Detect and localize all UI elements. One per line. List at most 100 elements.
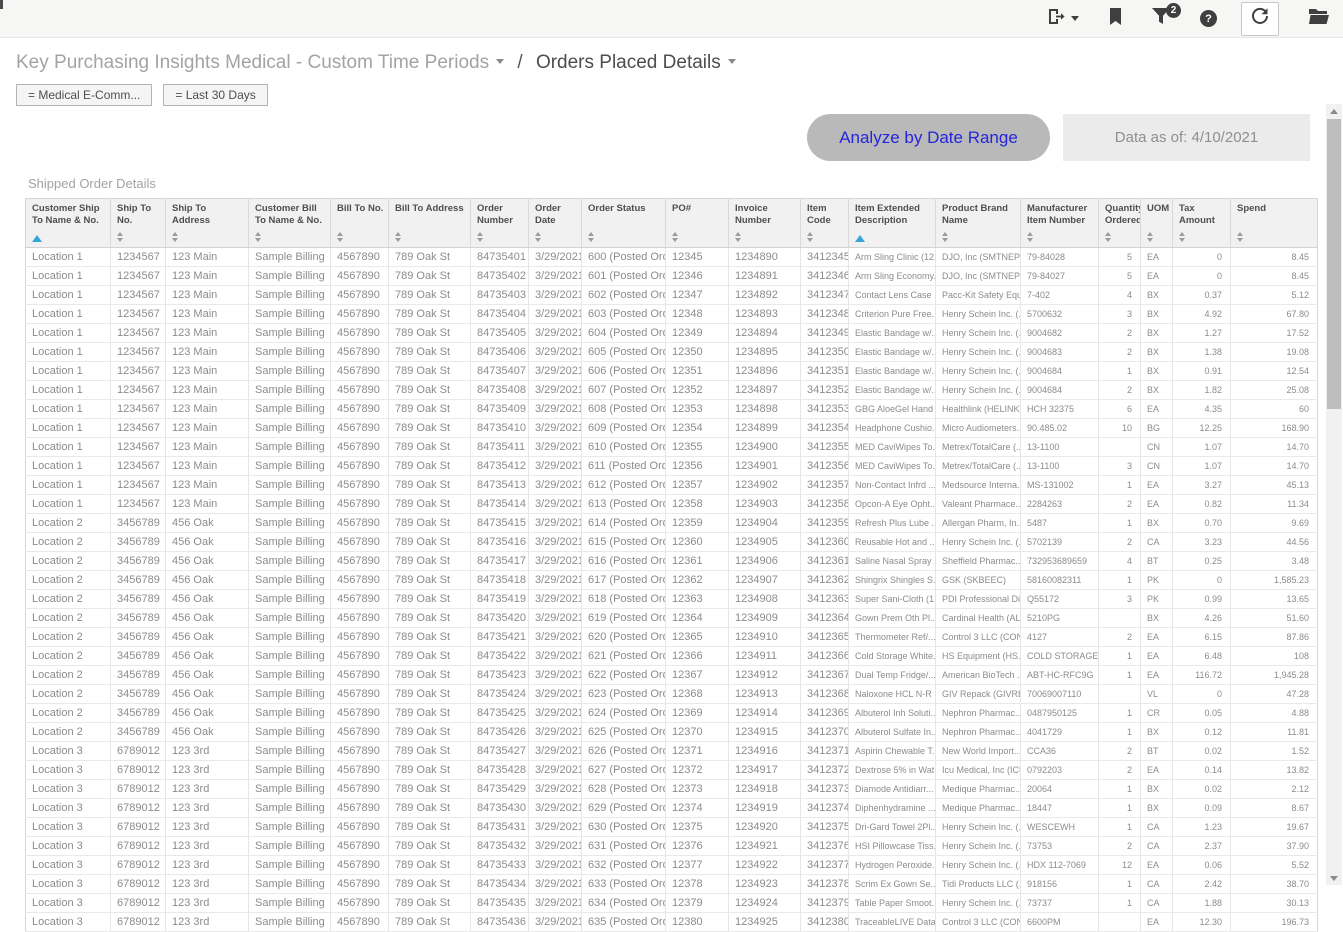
cell: CA [1141,894,1173,913]
breadcrumb-parent[interactable]: Key Purchasing Insights Medical - Custom… [16,52,489,73]
cell: 123 Main [166,286,249,305]
cell: Arm Sling Economy... [849,267,936,286]
cell: 4567890 [331,685,389,704]
cell: 789 Oak St [389,438,471,457]
cell: 626 (Posted Order. [582,742,666,761]
column-header[interactable]: Ship To No. [111,199,166,248]
cell: Location 2 [26,609,111,628]
cell: Location 1 [26,362,111,381]
cell: Location 2 [26,628,111,647]
column-header[interactable]: Customer Ship To Name & No. [26,199,111,248]
reports-folder-button[interactable] [1309,8,1329,29]
cell: 4567890 [331,856,389,875]
cell: 123 Main [166,419,249,438]
chevron-down-icon[interactable] [728,59,736,64]
filter-chip-medical-ecomm[interactable]: = Medical E-Comm... [16,84,152,106]
cell: 4127 [1021,628,1099,647]
column-header[interactable]: Order Date [529,199,582,248]
cell: 610 (Posted Order. [582,438,666,457]
cell: 6789012 [111,780,166,799]
cell: 1 [1099,723,1141,742]
column-header[interactable]: Quantity Ordered [1099,199,1141,248]
cell: 17.52 [1231,324,1318,343]
cell: Location 3 [26,761,111,780]
column-header[interactable]: Tax Amount [1173,199,1231,248]
cell: 3/29/2021 [529,704,582,723]
cell: 629 (Posted Order. [582,799,666,818]
breadcrumb-current[interactable]: Orders Placed Details [536,52,721,73]
cell: 123 Main [166,495,249,514]
cell: TraceableLIVE Data... [849,913,936,932]
cell: 67.80 [1231,305,1318,324]
cell: Dextrose 5% in Wat... [849,761,936,780]
window-corner-mark [0,0,3,9]
cell: 4041729 [1021,723,1099,742]
cell: Henry Schein Inc. (... [936,381,1021,400]
table-row: Location 11234567123 MainSample Billing4… [26,381,1318,400]
chevron-down-icon[interactable] [496,59,504,64]
column-header[interactable]: Manufacturer Item Number [1021,199,1099,248]
analyze-by-date-range-button[interactable]: Analyze by Date Range [807,114,1050,161]
column-header[interactable]: Item Code [801,199,849,248]
column-header[interactable]: Order Number [471,199,529,248]
cell: HSI Pillowcase Tiss... [849,837,936,856]
cell: 0.09 [1173,799,1231,818]
scroll-down-arrow-icon[interactable] [1330,876,1338,881]
cell: 84735423 [471,666,529,685]
cell: 2.42 [1173,875,1231,894]
cell: 3 [1099,590,1141,609]
cell: 1234567 [111,495,166,514]
cell: 12348 [666,305,729,324]
column-header[interactable]: Ship To Address [166,199,249,248]
scroll-up-arrow-icon[interactable] [1330,109,1338,114]
export-button[interactable] [1048,8,1079,30]
column-header[interactable]: Bill To No. [331,199,389,248]
cell: Saline Nasal Spray ... [849,552,936,571]
cell: Pacc-Kit Safety Equ... [936,286,1021,305]
column-header[interactable]: Item Extended Description [849,199,936,248]
cell: 3/29/2021 [529,799,582,818]
cell: 51.60 [1231,609,1318,628]
cell: 456 Oak [166,514,249,533]
column-header[interactable]: Customer Bill To Name & No. [249,199,331,248]
refresh-button[interactable] [1241,2,1279,36]
cell: 6600PM [1021,913,1099,932]
cell: 789 Oak St [389,704,471,723]
filter-chip-last-30-days[interactable]: = Last 30 Days [163,84,267,106]
cell: 1.07 [1173,457,1231,476]
cell: 789 Oak St [389,286,471,305]
column-header[interactable]: UOM [1141,199,1173,248]
sort-icon [477,232,483,242]
column-header[interactable]: Bill To Address [389,199,471,248]
bookmark-button[interactable] [1109,8,1122,30]
vertical-scrollbar[interactable] [1326,104,1342,885]
cell: 3/29/2021 [529,305,582,324]
cell: 12380 [666,913,729,932]
cell: 13-1100 [1021,457,1099,476]
cell: Icu Medical, Inc (ICU) [936,761,1021,780]
cell: 1234911 [729,647,801,666]
column-header[interactable]: Product Brand Name [936,199,1021,248]
cell: 6 [1099,400,1141,419]
cell: Location 1 [26,248,111,267]
help-button[interactable]: ? [1200,10,1217,27]
cell: Nephron Pharmac... [936,704,1021,723]
cell: Sample Billing [249,628,331,647]
cell: 1.82 [1173,381,1231,400]
column-header[interactable]: Order Status [582,199,666,248]
filter-button[interactable]: 2 [1152,8,1170,29]
column-header[interactable]: PO# [666,199,729,248]
cell: BX [1141,780,1173,799]
column-header[interactable]: Spend [1231,199,1318,248]
cell: 606 (Posted Order. [582,362,666,381]
cell: Location 3 [26,818,111,837]
table-row: Location 11234567123 MainSample Billing4… [26,457,1318,476]
cell: 6.48 [1173,647,1231,666]
cell: Arm Sling Clinic (12... [849,248,936,267]
column-header[interactable]: Invoice Number [729,199,801,248]
scrollbar-thumb[interactable] [1327,119,1341,409]
cell: 789 Oak St [389,875,471,894]
cell: 1 [1099,818,1141,837]
table-row: Location 23456789456 OakSample Billing45… [26,590,1318,609]
cell: WESCEWH [1021,818,1099,837]
